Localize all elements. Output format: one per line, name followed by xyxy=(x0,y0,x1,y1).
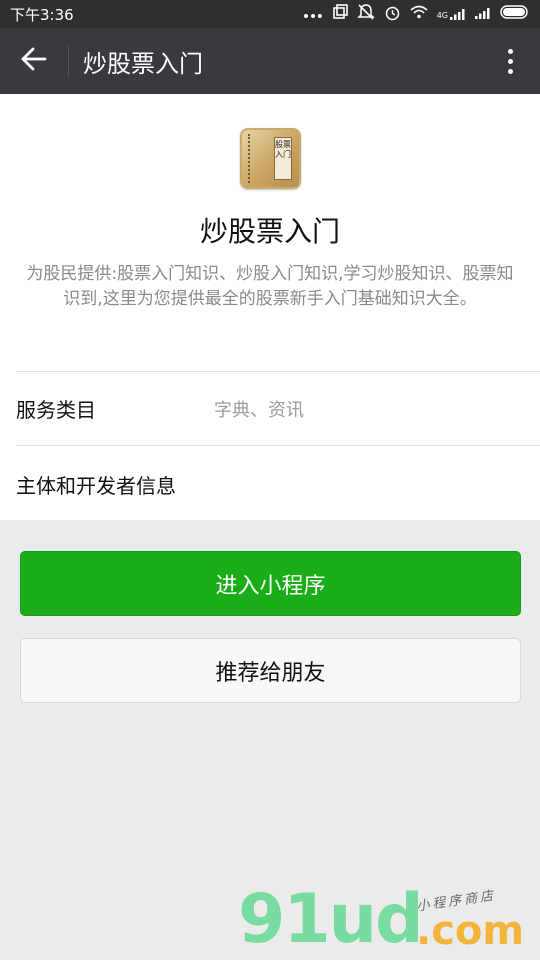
toolbar-divider xyxy=(68,46,69,76)
book-spine xyxy=(248,134,254,183)
developer-info-row[interactable]: 主体和开发者信息 xyxy=(16,470,176,499)
screen-cast-icon xyxy=(332,4,348,24)
app-info-card: 股票入门 炒股票入门 为股民提供:股票入门知识、炒股入门知识,学习炒股知识、股票… xyxy=(0,94,540,520)
app-logo-icon: 股票入门 xyxy=(240,128,301,189)
alarm-icon xyxy=(384,4,401,25)
page-title: 炒股票入门 xyxy=(83,49,203,78)
more-menu-button[interactable] xyxy=(480,28,540,94)
mute-icon xyxy=(356,3,375,25)
more-dot xyxy=(507,58,513,64)
wifi-icon xyxy=(410,5,428,23)
more-dot xyxy=(507,68,513,74)
signal-icon xyxy=(475,5,491,23)
more-dots-icon xyxy=(303,5,323,23)
watermark-logo: 91ud 小程序商店 .com xyxy=(238,880,538,960)
service-category-label: 服务类目 xyxy=(16,398,96,422)
app-name: 炒股票入门 xyxy=(199,215,340,248)
4g-signal-icon: 4G xyxy=(437,8,466,20)
top-toolbar: 炒股票入门 xyxy=(0,28,540,94)
more-dot xyxy=(507,48,513,54)
battery-icon xyxy=(500,5,530,23)
back-arrow-icon xyxy=(21,47,47,75)
status-icons: 4G xyxy=(303,3,530,25)
enter-miniprogram-button[interactable]: 进入小程序 xyxy=(20,551,521,616)
recommend-to-friend-button[interactable]: 推荐给朋友 xyxy=(20,638,521,703)
status-bar: 下午3:36 4G xyxy=(0,0,540,28)
service-category-value: 字典、资讯 xyxy=(214,400,304,421)
app-description: 为股民提供:股票入门知识、炒股入门知识,学习炒股知识、股票知识到,这里为您提供最… xyxy=(26,264,514,309)
watermark-main: 91ud xyxy=(238,880,424,959)
row-divider xyxy=(16,371,540,372)
back-button[interactable] xyxy=(0,28,68,94)
network-label: 4G xyxy=(436,11,448,20)
watermark-domain: .com xyxy=(416,908,525,954)
app-logo-text: 股票入门 xyxy=(274,137,292,180)
row-divider xyxy=(16,445,540,446)
status-time: 下午3:36 xyxy=(10,5,74,24)
